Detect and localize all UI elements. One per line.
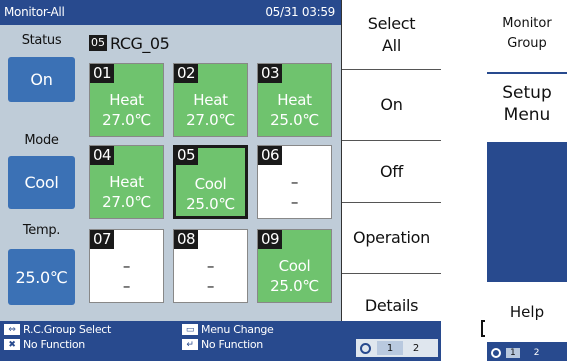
unit-mode: Heat (109, 173, 144, 191)
unit-number: 08 (174, 230, 199, 249)
unit-cell-selected[interactable]: 05 Cool 25.0℃ (173, 145, 248, 219)
unit-mode: Heat (277, 91, 312, 109)
unit-cell[interactable]: 03 Heat 25.0℃ (257, 63, 332, 137)
monitor-screen: Monitor-All 05/31 03:59 Status On Mode C… (0, 0, 441, 361)
hint-menu-change: ▭ Menu Change (182, 323, 274, 336)
monitor-group-line2: Group (507, 36, 547, 51)
side-menu-panel: Monitor Group Setup Menu Help (487, 0, 567, 361)
side-page-2[interactable]: 2 (534, 348, 540, 358)
unit-cell[interactable]: 07 – – (89, 229, 164, 303)
unit-number: 01 (90, 64, 115, 83)
hint-no-function-1: ✖ No Function (4, 338, 85, 351)
unit-temp: 25.0℃ (270, 111, 319, 129)
hint-text: Menu Change (201, 323, 274, 336)
hint-group-select: ⇔ R.C.Group Select (4, 323, 111, 336)
unit-number: 02 (174, 64, 199, 83)
unit-number: 06 (258, 146, 283, 165)
page-dial-icon (360, 342, 371, 354)
unit-number: 05 (174, 146, 199, 165)
screen-title: Monitor-All (4, 5, 65, 19)
unit-temp: 27.0℃ (102, 111, 151, 129)
status-button[interactable]: On (8, 57, 75, 102)
side-page-1[interactable]: 1 (506, 348, 520, 358)
unit-temp: – (206, 277, 215, 295)
unit-temp: – (290, 193, 299, 211)
unit-cell[interactable]: 02 Heat 27.0℃ (173, 63, 248, 137)
hint-no-function-2: ↵ No Function (182, 338, 263, 351)
unit-number: 07 (90, 230, 115, 249)
unit-mode: Cool (278, 257, 311, 275)
monitor-group-line1: Monitor (502, 16, 552, 31)
unit-number: 04 (90, 146, 115, 165)
unit-cell[interactable]: 01 Heat 27.0℃ (89, 63, 164, 137)
setup-menu-button[interactable]: Setup Menu (487, 74, 567, 142)
side-cursor-bracket (481, 320, 485, 337)
select-all-button[interactable]: Select All (342, 0, 441, 70)
status-column: Status On Mode Cool Temp. 25.0℃ (0, 25, 83, 321)
page-indicator: 1 2 (356, 339, 438, 357)
operation-button[interactable]: Operation (342, 203, 441, 274)
page-1[interactable]: 1 (377, 341, 403, 355)
page-dial-icon (491, 348, 501, 358)
group-header: 05 RCG_05 (89, 33, 170, 53)
date-time: 05/31 03:59 (265, 5, 335, 19)
temp-label: Temp. (22, 223, 61, 238)
side-page-indicator: 1 2 (487, 345, 567, 361)
return-arrow-icon: ↵ (182, 339, 198, 350)
unit-mode: Heat (109, 91, 144, 109)
unit-mode: – (290, 173, 299, 191)
unit-temp: 25.0℃ (186, 195, 235, 213)
unit-mode: – (206, 257, 215, 275)
unit-temp: – (122, 277, 131, 295)
unit-number: 03 (258, 64, 283, 83)
setup-menu-line1: Setup (502, 83, 552, 103)
menu-button-icon: ▭ (182, 324, 198, 335)
unit-mode: Heat (193, 91, 228, 109)
hint-text: R.C.Group Select (23, 323, 112, 336)
unit-cell[interactable]: 08 – – (173, 229, 248, 303)
unit-cell[interactable]: 04 Heat 27.0℃ (89, 145, 164, 219)
unit-temp: 25.0℃ (270, 277, 319, 295)
group-name: RCG_05 (110, 33, 170, 53)
unit-cell[interactable]: 09 Cool 25.0℃ (257, 229, 332, 303)
unit-grid: 05 RCG_05 01 Heat 27.0℃ 02 Heat 27.0℃ 03… (83, 25, 341, 321)
mode-label: Mode (24, 133, 59, 148)
left-right-arrow-icon: ⇔ (4, 324, 20, 335)
page-2[interactable]: 2 (403, 341, 429, 355)
off-button[interactable]: Off (342, 141, 441, 203)
unit-number: 09 (258, 230, 283, 249)
select-all-line1: Select (367, 13, 416, 33)
select-all-line2: All (382, 35, 401, 55)
setup-menu-line2: Menu (503, 105, 551, 125)
temp-button[interactable]: 25.0℃ (8, 249, 75, 305)
title-bar: Monitor-All 05/31 03:59 (0, 0, 341, 25)
unit-temp: 27.0℃ (186, 111, 235, 129)
on-button[interactable]: On (342, 70, 441, 141)
help-button[interactable]: Help (487, 282, 567, 342)
cross-arrow-icon: ✖ (4, 339, 20, 350)
group-number-badge: 05 (89, 35, 107, 51)
mode-button[interactable]: Cool (8, 156, 75, 209)
unit-cell[interactable]: 06 – – (257, 145, 332, 219)
hint-text: No Function (23, 338, 85, 351)
unit-mode: – (122, 257, 131, 275)
unit-temp: 27.0℃ (102, 193, 151, 211)
soft-key-column: Select All On Off Operation Details (341, 0, 441, 337)
monitor-group-button[interactable]: Monitor Group (487, 0, 567, 72)
unit-mode: Cool (194, 175, 227, 193)
hint-text: No Function (201, 338, 263, 351)
status-label: Status (21, 33, 62, 48)
